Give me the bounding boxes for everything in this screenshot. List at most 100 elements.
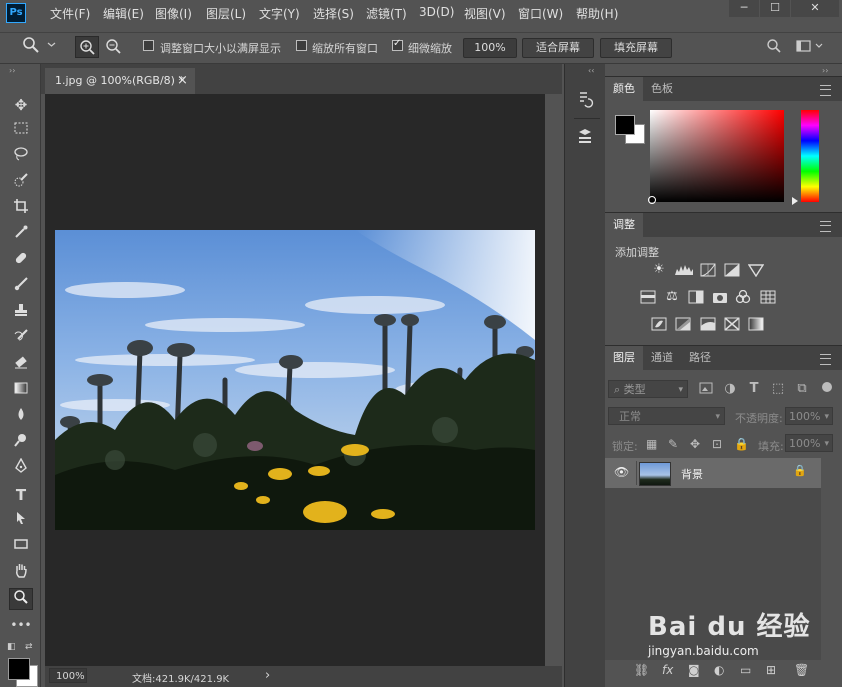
document-tab[interactable]: 1.jpg @ 100%(RGB/8) * × (45, 68, 195, 94)
zoom-out-icon[interactable] (102, 36, 124, 58)
stamp-tool-icon[interactable] (9, 302, 33, 324)
color-panel-fg-swatch[interactable] (615, 115, 635, 135)
resize-windows-checkbox[interactable] (143, 40, 154, 51)
quick-selection-tool-icon[interactable] (9, 172, 33, 194)
tab-paths[interactable]: 路径 (681, 346, 719, 370)
zoom-in-icon[interactable] (75, 36, 99, 58)
close-button[interactable]: ✕ (791, 0, 839, 17)
scrubby-zoom-checkbox[interactable] (392, 38, 403, 51)
layer-style-icon[interactable]: fx (662, 663, 673, 677)
layers-scrollbar[interactable] (821, 458, 837, 660)
lock-transparent-icon[interactable]: ▦ (646, 437, 657, 451)
menu-help[interactable]: 帮助(H) (576, 5, 618, 22)
path-selection-tool-icon[interactable] (9, 510, 33, 532)
channel-mixer-icon[interactable] (735, 289, 751, 304)
filter-shape-icon[interactable]: ⬚ (770, 382, 786, 396)
tab-color[interactable]: 颜色 (605, 77, 643, 101)
threshold-icon[interactable] (700, 317, 716, 331)
vertical-scrollbar[interactable] (545, 94, 562, 666)
type-tool-icon[interactable]: T (9, 484, 33, 506)
menu-window[interactable]: 窗口(W) (518, 5, 563, 22)
fill-screen-button[interactable]: 填充屏幕 (600, 38, 672, 58)
more-tools-icon[interactable]: ••• (9, 614, 33, 636)
lasso-tool-icon[interactable] (9, 146, 33, 168)
eyedropper-tool-icon[interactable] (9, 224, 33, 246)
tab-channels[interactable]: 通道 (643, 346, 681, 370)
properties-panel-icon[interactable] (576, 128, 594, 149)
healing-brush-tool-icon[interactable] (9, 250, 33, 272)
marquee-tool-icon[interactable] (9, 120, 33, 142)
menu-3d[interactable]: 3D(D) (419, 5, 454, 19)
collapse-panels-icon[interactable]: ›› (822, 66, 828, 75)
eraser-tool-icon[interactable] (9, 354, 33, 376)
menu-image[interactable]: 图像(I) (155, 5, 192, 22)
rectangle-tool-icon[interactable] (9, 536, 33, 558)
history-panel-icon[interactable] (576, 90, 594, 111)
expand-icon[interactable]: ‹‹ (588, 66, 594, 75)
new-group-icon[interactable]: ▭ (740, 663, 751, 677)
hue-slider[interactable] (801, 110, 819, 202)
close-tab-icon[interactable]: × (177, 70, 188, 92)
crop-tool-icon[interactable] (9, 198, 33, 220)
dodge-tool-icon[interactable] (9, 432, 33, 454)
new-adjustment-layer-icon[interactable]: ◐ (714, 663, 724, 677)
swap-colors-icon[interactable]: ⇄ (25, 642, 33, 652)
brightness-contrast-icon[interactable]: ☀ (651, 263, 667, 277)
delete-layer-icon[interactable]: 🗑 (794, 663, 809, 677)
vibrance-icon[interactable] (747, 263, 765, 278)
layer-row-background[interactable]: 👁 背景 🔒 (605, 458, 821, 488)
levels-icon[interactable] (675, 263, 693, 277)
hue-slider-handle[interactable] (792, 197, 798, 205)
selective-color-icon[interactable] (724, 317, 740, 331)
zoom-tool-icon[interactable] (9, 588, 33, 610)
color-balance-icon[interactable]: ⚖ (664, 290, 680, 304)
menu-edit[interactable]: 编辑(E) (103, 5, 144, 22)
fit-screen-button[interactable]: 适合屏幕 (522, 38, 594, 58)
hand-tool-icon[interactable] (9, 562, 33, 584)
zoom-percent-field[interactable]: 100% (463, 38, 517, 58)
move-tool-icon[interactable]: ✥ (9, 94, 33, 116)
color-lookup-icon[interactable] (760, 290, 776, 304)
chevron-down-icon[interactable] (47, 40, 56, 52)
tab-layers[interactable]: 图层 (605, 346, 643, 370)
minimize-button[interactable]: ─ (729, 0, 759, 17)
filter-smart-object-icon[interactable]: ⧉ (794, 382, 810, 396)
add-mask-icon[interactable]: ◙ (688, 663, 700, 677)
adjustments-menu-icon[interactable] (820, 221, 831, 232)
menu-layer[interactable]: 图层(L) (206, 5, 246, 22)
search-icon[interactable] (766, 38, 782, 57)
default-colors-icon[interactable]: ◧ (7, 642, 16, 652)
collapse-icon[interactable]: ›› (9, 66, 15, 75)
opacity-field[interactable]: 100% ▾ (785, 407, 833, 425)
menu-filter[interactable]: 滤镜(T) (366, 5, 407, 22)
tab-adjustments[interactable]: 调整 (605, 213, 643, 237)
menu-file[interactable]: 文件(F) (50, 5, 90, 22)
layer-filter-kind[interactable]: ⌕ 类型 ▾ (608, 380, 688, 398)
panel-menu-icon[interactable] (820, 85, 831, 96)
link-layers-icon[interactable]: ⛓ (634, 663, 649, 677)
color-picker-handle[interactable] (648, 196, 656, 204)
invert-icon[interactable] (651, 317, 667, 331)
filter-toggle-icon[interactable] (822, 382, 832, 392)
menu-type[interactable]: 文字(Y) (259, 5, 300, 22)
maximize-button[interactable]: ☐ (760, 0, 790, 17)
exposure-icon[interactable] (724, 263, 740, 277)
pen-tool-icon[interactable] (9, 457, 33, 480)
lock-artboard-icon[interactable]: ⊡ (712, 437, 722, 451)
zoom-tool-preset-icon[interactable] (20, 36, 42, 58)
color-field[interactable] (650, 110, 784, 202)
zoom-level-field[interactable]: 100% (49, 668, 87, 683)
new-layer-icon[interactable]: ⊞ (766, 663, 776, 677)
posterize-icon[interactable] (675, 317, 691, 331)
blur-tool-icon[interactable] (9, 406, 33, 428)
photo-filter-icon[interactable] (712, 290, 728, 304)
curves-icon[interactable] (700, 263, 716, 277)
brush-tool-icon[interactable] (9, 276, 33, 298)
menu-select[interactable]: 选择(S) (313, 5, 354, 22)
zoom-all-windows-checkbox[interactable] (296, 40, 307, 51)
hue-saturation-icon[interactable] (640, 290, 656, 304)
lock-all-icon[interactable]: 🔒 (734, 437, 749, 451)
black-white-icon[interactable] (688, 290, 704, 304)
history-brush-tool-icon[interactable] (9, 328, 33, 350)
workspace-icon[interactable] (796, 40, 824, 55)
